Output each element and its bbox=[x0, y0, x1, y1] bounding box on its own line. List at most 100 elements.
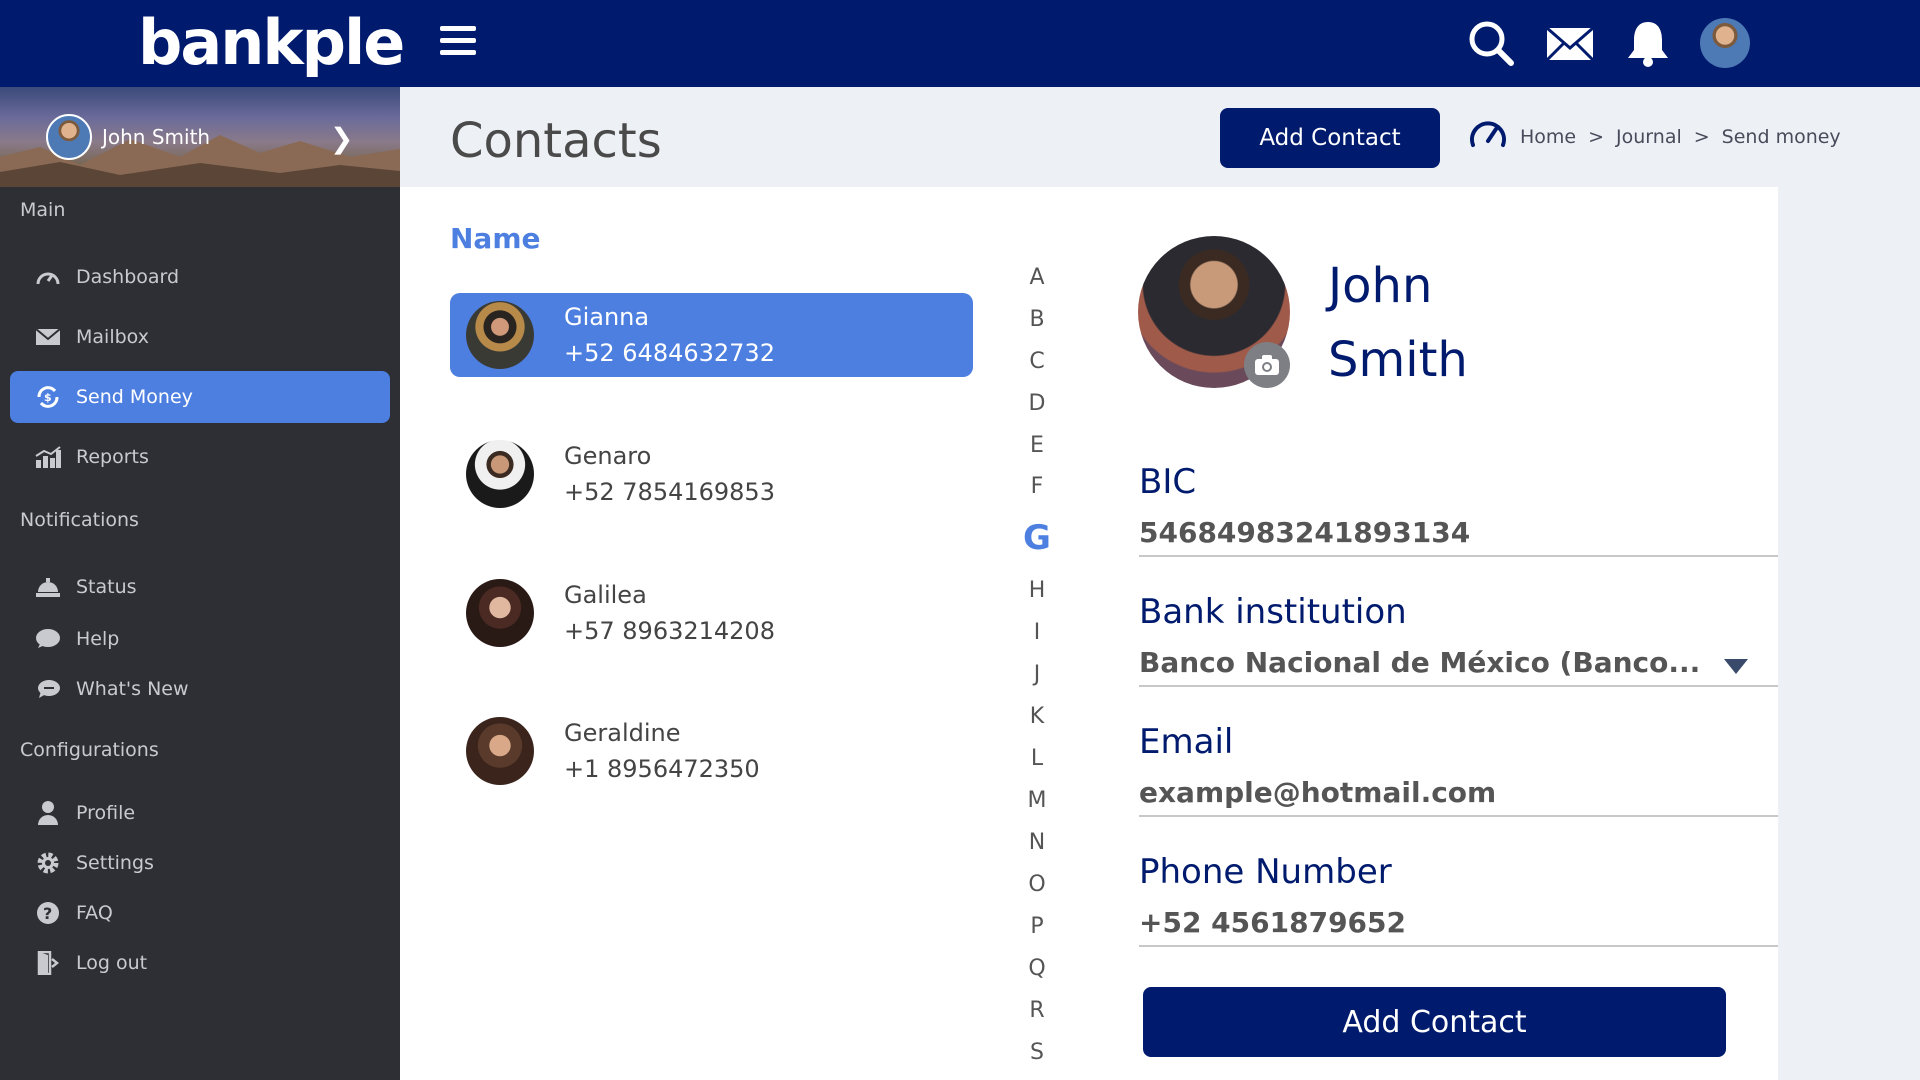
sidebar: John Smith ❯ Main Dashboard Mailbox $ Se… bbox=[0, 87, 400, 1080]
section-title-notifications: Notifications bbox=[20, 509, 139, 531]
alphabet-letter[interactable]: A bbox=[1020, 265, 1054, 290]
page-title: Contacts bbox=[450, 113, 662, 169]
profile-name: John Smith bbox=[102, 125, 211, 149]
alphabet-letter[interactable]: S bbox=[1020, 1040, 1054, 1065]
avatar bbox=[466, 579, 534, 647]
alphabet-letter[interactable]: M bbox=[1020, 788, 1054, 813]
profile-banner[interactable]: John Smith ❯ bbox=[0, 87, 400, 187]
mail-icon[interactable] bbox=[1545, 18, 1595, 68]
sidebar-item-status[interactable]: Status bbox=[10, 561, 390, 613]
contact-item-genaro[interactable]: Genaro +52 7854169853 bbox=[450, 432, 973, 516]
add-contact-submit-button[interactable]: Add Contact bbox=[1143, 987, 1726, 1057]
alphabet-letter[interactable]: C bbox=[1020, 349, 1054, 374]
divider bbox=[1139, 685, 1778, 687]
sidebar-item-profile[interactable]: Profile bbox=[10, 787, 390, 839]
contact-last-name: Smith bbox=[1328, 332, 1468, 388]
contact-name: Gianna bbox=[564, 303, 650, 331]
sidebar-item-whats-new[interactable]: What's New bbox=[10, 663, 390, 715]
alphabet-letter[interactable]: P bbox=[1020, 914, 1054, 939]
alphabet-letter[interactable]: R bbox=[1020, 998, 1054, 1023]
alphabet-letter[interactable]: B bbox=[1020, 307, 1054, 332]
breadcrumb-send-money[interactable]: Send money bbox=[1722, 126, 1841, 148]
megaphone-icon bbox=[32, 678, 64, 700]
question-circle-icon: ? bbox=[32, 901, 64, 925]
sidebar-item-label: Profile bbox=[76, 802, 136, 824]
gauge-icon bbox=[1468, 117, 1508, 156]
alphabet-letter[interactable]: O bbox=[1020, 872, 1054, 897]
contact-item-galilea[interactable]: Galilea +57 8963214208 bbox=[450, 571, 973, 655]
menu-toggle-icon[interactable] bbox=[440, 26, 476, 62]
user-avatar[interactable] bbox=[1700, 18, 1750, 68]
person-icon bbox=[32, 801, 64, 825]
gauge-icon bbox=[32, 266, 64, 288]
section-title-main: Main bbox=[20, 199, 66, 221]
contact-name: Geraldine bbox=[564, 719, 681, 747]
alphabet-letter[interactable]: N bbox=[1020, 830, 1054, 855]
avatar bbox=[466, 440, 534, 508]
gear-icon bbox=[32, 851, 64, 875]
alphabet-letter[interactable]: I bbox=[1020, 620, 1054, 645]
camera-icon[interactable] bbox=[1244, 342, 1290, 388]
contact-phone: +52 6484632732 bbox=[564, 339, 775, 367]
alphabet-letter[interactable]: E bbox=[1020, 433, 1054, 458]
breadcrumb-journal[interactable]: Journal bbox=[1616, 126, 1682, 148]
sidebar-item-label: Status bbox=[76, 576, 137, 598]
phone-number-field[interactable]: +52 4561879652 bbox=[1139, 906, 1406, 939]
bic-label: BIC bbox=[1139, 462, 1197, 502]
contact-name: Galilea bbox=[564, 581, 647, 609]
divider bbox=[1139, 945, 1778, 947]
bank-institution-select[interactable]: Banco Nacional de México (Banco... bbox=[1139, 646, 1700, 679]
exit-door-icon bbox=[32, 951, 64, 975]
sidebar-item-help[interactable]: Help bbox=[10, 613, 390, 665]
right-gutter bbox=[1778, 187, 1920, 1080]
email-field[interactable]: example@hotmail.com bbox=[1139, 776, 1496, 809]
sidebar-item-label: Dashboard bbox=[76, 266, 180, 288]
sidebar-item-label: What's New bbox=[76, 678, 189, 700]
breadcrumb-separator: > bbox=[1588, 125, 1605, 148]
sidebar-item-reports[interactable]: Reports bbox=[10, 431, 390, 483]
sidebar-item-mailbox[interactable]: Mailbox bbox=[10, 311, 390, 363]
divider bbox=[1139, 815, 1778, 817]
alphabet-letter[interactable]: K bbox=[1020, 704, 1054, 729]
alphabet-letter[interactable]: H bbox=[1020, 578, 1054, 603]
sidebar-item-label: Help bbox=[76, 628, 120, 650]
avatar bbox=[46, 114, 92, 160]
alphabet-letter-active[interactable]: G bbox=[1020, 518, 1054, 558]
brand-logo[interactable]: bankple bbox=[138, 6, 405, 79]
sidebar-item-label: Mailbox bbox=[76, 326, 149, 348]
contact-item-gianna[interactable]: Gianna +52 6484632732 bbox=[450, 293, 973, 377]
sidebar-item-send-money[interactable]: $ Send Money bbox=[10, 371, 390, 423]
add-contact-button[interactable]: Add Contact bbox=[1220, 108, 1440, 168]
alphabet-letter[interactable]: F bbox=[1020, 474, 1054, 499]
bell-icon[interactable] bbox=[1623, 18, 1673, 68]
service-bell-icon bbox=[32, 575, 64, 599]
section-title-configurations: Configurations bbox=[20, 739, 159, 761]
chat-bubble-icon bbox=[32, 628, 64, 650]
sidebar-item-logout[interactable]: Log out bbox=[10, 937, 390, 989]
alphabet-letter[interactable]: D bbox=[1020, 391, 1054, 416]
bic-field[interactable]: 54684983241893134 bbox=[1139, 516, 1470, 549]
breadcrumb-home[interactable]: Home bbox=[1520, 126, 1576, 148]
page-header: Contacts Add Contact Home > Journal > Se… bbox=[400, 87, 1920, 187]
envelope-icon bbox=[32, 327, 64, 347]
avatar bbox=[466, 301, 534, 369]
alphabet-letter[interactable]: L bbox=[1020, 746, 1054, 771]
phone-number-label: Phone Number bbox=[1139, 852, 1392, 892]
list-header-name[interactable]: Name bbox=[450, 222, 541, 255]
sidebar-item-faq[interactable]: ? FAQ bbox=[10, 887, 390, 939]
search-icon[interactable] bbox=[1466, 18, 1516, 68]
alphabet-letter[interactable]: Q bbox=[1020, 956, 1054, 981]
contact-item-geraldine[interactable]: Geraldine +1 8956472350 bbox=[450, 709, 973, 793]
money-transfer-icon: $ bbox=[32, 384, 64, 410]
contact-phone: +1 8956472350 bbox=[564, 755, 760, 783]
avatar bbox=[466, 717, 534, 785]
divider bbox=[1139, 555, 1778, 557]
sidebar-item-settings[interactable]: Settings bbox=[10, 837, 390, 889]
sidebar-item-label: Reports bbox=[76, 446, 149, 468]
chevron-down-icon[interactable] bbox=[1724, 659, 1748, 674]
sidebar-item-dashboard[interactable]: Dashboard bbox=[10, 251, 390, 303]
chevron-right-icon[interactable]: ❯ bbox=[330, 122, 353, 155]
alphabet-letter[interactable]: J bbox=[1020, 662, 1054, 687]
contact-first-name: John bbox=[1328, 258, 1433, 314]
contact-phone: +57 8963214208 bbox=[564, 617, 775, 645]
